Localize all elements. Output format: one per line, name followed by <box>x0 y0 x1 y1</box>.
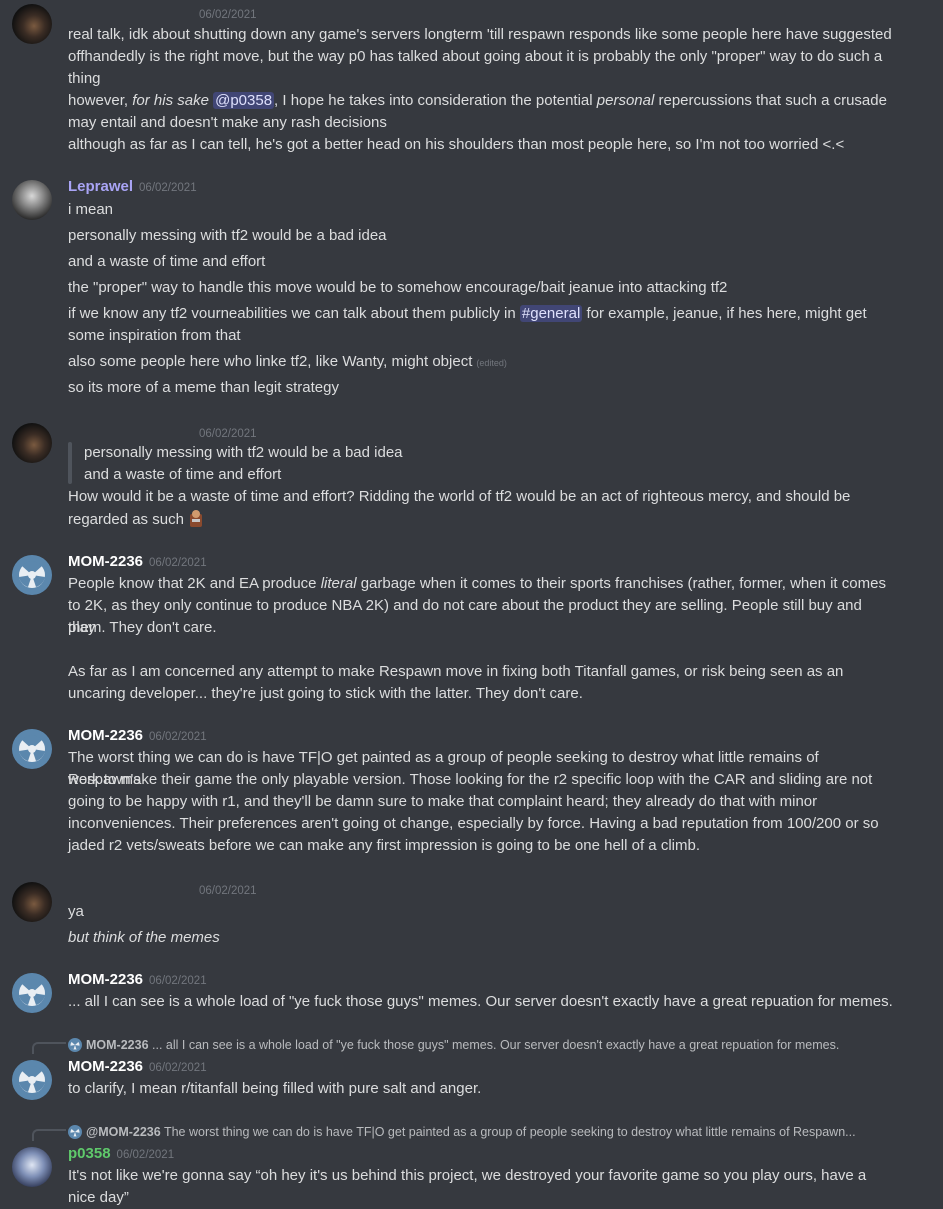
message-timestamp: 06/02/2021 <box>199 885 257 897</box>
message-line: It's not like we're gonna say “oh hey it… <box>68 1167 867 1184</box>
avatar[interactable] <box>12 1060 52 1100</box>
italic-text: personal <box>596 92 655 109</box>
message-line: real talk, idk about shutting down any g… <box>68 26 892 43</box>
text: garbage when it comes to their sports fr… <box>356 575 886 592</box>
message-line: however, for his sake @p0358, I hope he … <box>68 90 893 112</box>
username[interactable]: MOM-2236 <box>68 971 143 988</box>
message-line: personally messing with tf2 would be a b… <box>68 227 387 244</box>
username[interactable]: MOM-2236 <box>68 553 143 570</box>
avatar[interactable] <box>12 729 52 769</box>
message-timestamp: 06/02/2021 <box>149 557 207 569</box>
avatar[interactable] <box>12 973 52 1013</box>
message-line: work to make their game the only playabl… <box>68 771 873 788</box>
text: if we know any tf2 vourneabilities we ca… <box>68 305 520 322</box>
message-timestamp: 06/02/2021 <box>139 182 197 194</box>
quote-line: and a waste of time and effort <box>84 466 282 483</box>
username[interactable]: MOM-2236 <box>68 727 143 744</box>
message-line: nice day” <box>68 1189 129 1206</box>
reply-spine <box>32 1042 66 1054</box>
avatar[interactable] <box>12 423 52 463</box>
text: for example, jeanue, if hes here, might … <box>582 305 867 322</box>
message-line: uncaring developer... they're just going… <box>68 685 583 702</box>
italic-text: for his sake <box>132 92 209 109</box>
user-mention[interactable]: @p0358 <box>213 92 275 109</box>
text: also some people here who linke tf2, lik… <box>68 353 473 370</box>
portal-logo-icon <box>12 729 52 769</box>
message-line: thing <box>68 70 101 87</box>
message-line: offhandedly is the right move, but the w… <box>68 48 883 65</box>
username[interactable]: MOM-2236 <box>68 1058 143 1075</box>
avatar[interactable] <box>12 1147 52 1187</box>
message-header: MOM-2236 06/02/2021 <box>68 1056 207 1079</box>
message-line: and a waste of time and effort <box>68 253 266 270</box>
message-line: to clarify, I mean r/titanfall being fil… <box>68 1080 482 1097</box>
quote-bar <box>68 442 72 484</box>
message-line: ... all I can see is a whole load of "ye… <box>68 993 893 1010</box>
message-line: regarded as such <box>68 508 893 531</box>
portal-logo-icon <box>12 973 52 1013</box>
username[interactable]: p0358 <box>68 1145 111 1162</box>
italic-text: but think of the memes <box>68 929 220 946</box>
portal-logo-icon <box>12 555 52 595</box>
reply-text: The worst thing we can do is have TF|O g… <box>163 1125 856 1139</box>
message-line: People know that 2K and EA produce liter… <box>68 573 893 595</box>
reply-preview[interactable]: @MOM-2236 The worst thing we can do is h… <box>68 1121 856 1143</box>
reply-spine <box>32 1129 66 1141</box>
message-header: Leprawel 06/02/2021 <box>68 176 197 199</box>
avatar[interactable] <box>12 882 52 922</box>
portal-logo-icon <box>12 1060 52 1100</box>
message-header: p0358 06/02/2021 <box>68 1143 174 1166</box>
message-line: As far as I am concerned any attempt to … <box>68 663 844 680</box>
text: repercussions that such a crusade <box>654 92 887 109</box>
username[interactable]: Leprawel <box>68 178 133 195</box>
edited-label: (edited) <box>476 358 507 368</box>
chat-message-list: 06/02/2021 real talk, idk about shutting… <box>0 0 943 1209</box>
message-line: the "proper" way to handle this move wou… <box>68 279 728 296</box>
reply-author[interactable]: @MOM-2236 <box>86 1125 161 1139</box>
message-timestamp: 06/02/2021 <box>199 9 257 21</box>
text: regarded as such <box>68 511 184 528</box>
avatar[interactable] <box>12 180 52 220</box>
message-timestamp: 06/02/2021 <box>116 1149 175 1161</box>
message-header: MOM-2236 06/02/2021 <box>68 725 207 748</box>
message-timestamp: 06/02/2021 <box>149 731 207 743</box>
reply-author[interactable]: MOM-2236 <box>86 1038 149 1052</box>
reply-preview[interactable]: MOM-2236 ... all I can see is a whole lo… <box>68 1034 839 1056</box>
message-line: may entail and doesn't make any rash dec… <box>68 114 387 131</box>
message-line: How would it be a waste of time and effo… <box>68 488 851 505</box>
message-timestamp: 06/02/2021 <box>149 975 207 987</box>
reply-text: ... all I can see is a whole load of "ye… <box>152 1038 840 1052</box>
message-line: but think of the memes <box>68 927 893 949</box>
message-line: if we know any tf2 vourneabilities we ca… <box>68 303 893 325</box>
message-line: also some people here who linke tf2, lik… <box>68 351 893 374</box>
message-line: them. They don't care. <box>68 619 217 636</box>
message-header: MOM-2236 06/02/2021 <box>68 969 207 992</box>
emoji-icon <box>187 508 205 528</box>
message-line: inconveniences. Their preferences aren't… <box>68 815 879 832</box>
channel-mention-general[interactable]: #general <box>519 305 583 322</box>
message-line: some inspiration from that <box>68 327 241 344</box>
avatar[interactable] <box>12 4 52 44</box>
message-header: MOM-2236 06/02/2021 <box>68 551 207 574</box>
portal-logo-icon <box>68 1124 82 1139</box>
portal-logo-icon <box>68 1037 82 1052</box>
text: , I hope he takes into consideration the… <box>274 92 597 109</box>
message-line: so its more of a meme than legit strateg… <box>68 379 339 396</box>
italic-text: literal <box>320 575 357 592</box>
quote-line: personally messing with tf2 would be a b… <box>84 444 403 461</box>
avatar[interactable] <box>12 555 52 595</box>
message-timestamp: 06/02/2021 <box>149 1062 207 1074</box>
message-line: although as far as I can tell, he's got … <box>68 136 845 153</box>
message-line: i mean <box>68 201 114 218</box>
message-line: ya <box>68 903 84 920</box>
message-line: going to be happy with r1, and they'll b… <box>68 793 818 810</box>
text: People know that 2K and EA produce <box>68 575 321 592</box>
text: however, <box>68 92 133 109</box>
message-line: jaded r2 vets/sweats before we can make … <box>68 837 700 854</box>
